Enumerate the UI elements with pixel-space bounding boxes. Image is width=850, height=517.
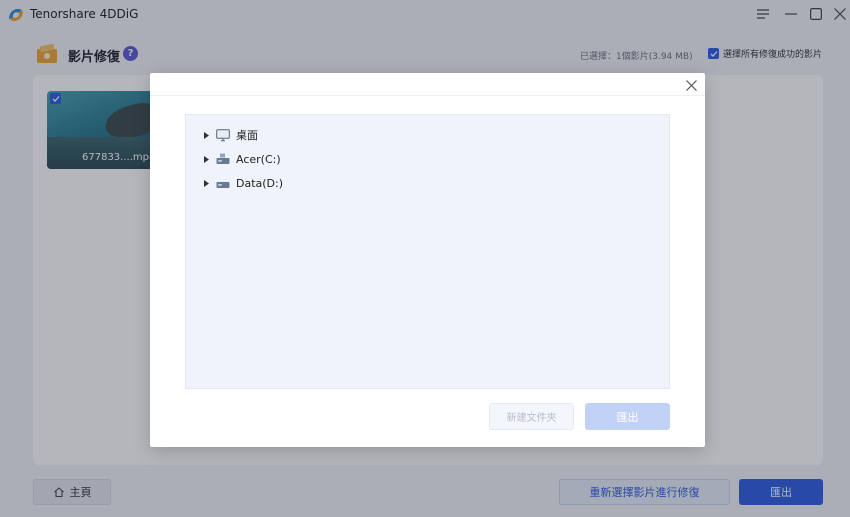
dialog-export-button[interactable]: 匯出 xyxy=(585,403,670,430)
dialog-close-icon[interactable] xyxy=(683,77,699,93)
folder-tree: 桌面 Acer(C:) Data(D:) xyxy=(185,114,670,389)
expand-arrow-icon[interactable] xyxy=(202,131,210,139)
desktop-icon xyxy=(216,128,230,141)
export-location-dialog: 桌面 Acer(C:) Data(D:) 新建文件夾 匯出 xyxy=(150,73,705,447)
tree-item-drive-d[interactable]: Data(D:) xyxy=(202,173,283,193)
expand-arrow-icon[interactable] xyxy=(202,155,210,163)
tree-item-label: 桌面 xyxy=(236,129,258,142)
tree-item-label: Data(D:) xyxy=(236,176,284,190)
drive-icon xyxy=(216,182,230,188)
expand-arrow-icon[interactable] xyxy=(202,179,210,187)
divider xyxy=(150,95,705,96)
new-folder-button[interactable]: 新建文件夾 xyxy=(489,403,574,430)
drive-icon xyxy=(216,153,230,164)
tree-item-label: Acer(C:) xyxy=(236,152,281,166)
tree-item-drive-c[interactable]: Acer(C:) xyxy=(202,149,281,169)
tree-item-desktop[interactable]: 桌面 xyxy=(202,125,258,145)
